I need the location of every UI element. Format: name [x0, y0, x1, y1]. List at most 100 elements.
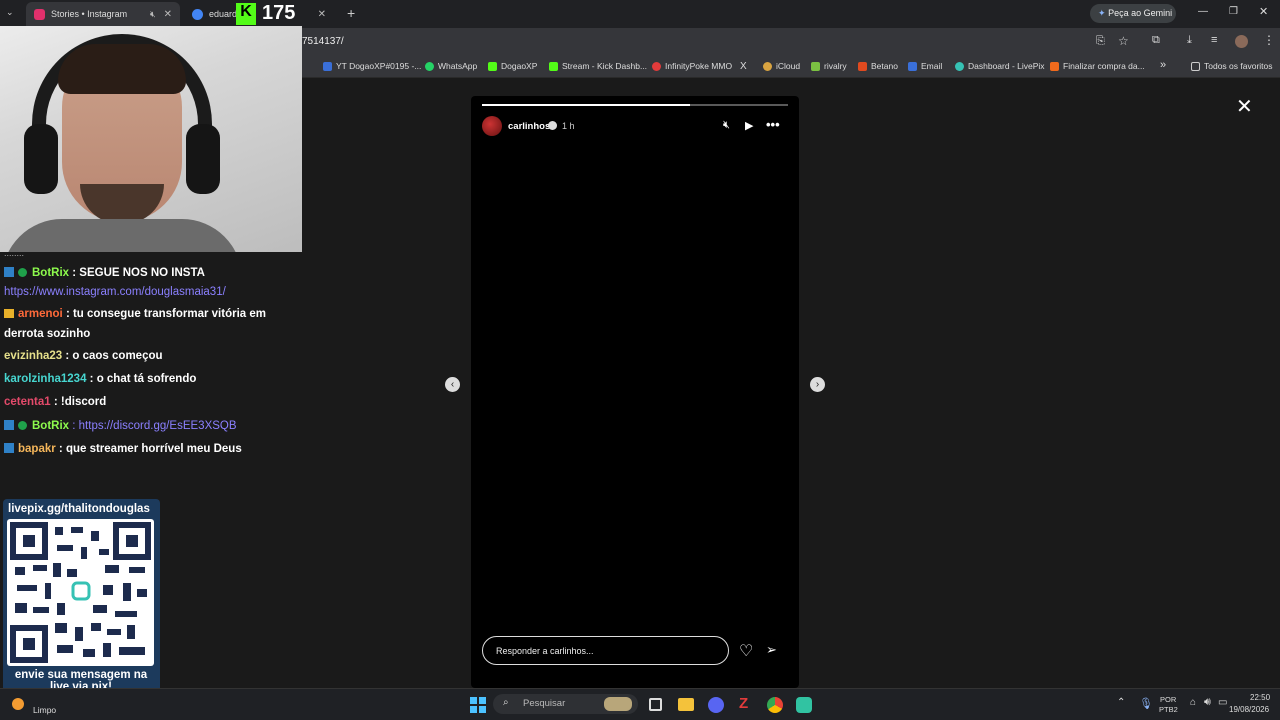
taskbar-search-input[interactable]: ⌕ Pesquisar	[493, 694, 638, 714]
kick-overlay-logo: K	[236, 3, 256, 25]
bot-badge-icon	[4, 420, 14, 430]
chat-link[interactable]: : https://discord.gg/EsEE3XSQB	[72, 420, 236, 432]
tab-label: Stories • Instagram	[51, 9, 128, 19]
minimize-button[interactable]: —	[1198, 6, 1208, 17]
kick-icon	[549, 61, 558, 71]
next-story-button[interactable]: ›	[810, 377, 825, 392]
streamlabs-icon[interactable]	[796, 697, 812, 713]
folder-icon	[1191, 61, 1200, 71]
search-placeholder: Pesquisar	[523, 698, 566, 709]
rivalry-icon	[811, 61, 820, 71]
verified-badge-icon	[548, 121, 557, 130]
battery-icon[interactable]: ▭	[1218, 697, 1227, 708]
story-card[interactable]	[471, 96, 799, 688]
more-options-icon[interactable]: •••	[766, 117, 780, 132]
network-icon[interactable]: ⌂	[1190, 697, 1196, 708]
previous-story-button[interactable]: ‹	[445, 377, 460, 392]
bookmark-rivalry[interactable]: rivalry	[811, 61, 847, 71]
extensions-icon[interactable]: ⧉	[1152, 34, 1160, 47]
avatar[interactable]	[482, 116, 502, 136]
chat-link[interactable]: https://www.instagram.com/douglasmaia31/	[4, 286, 226, 298]
chrome-icon[interactable]	[767, 697, 783, 713]
email-icon	[908, 61, 917, 71]
bookmark-email[interactable]: Email	[908, 61, 942, 71]
start-windows-icon[interactable]	[470, 697, 486, 713]
story-progress-fill	[482, 104, 691, 106]
bookmark-betano[interactable]: Betano	[858, 61, 898, 71]
chat-message: https://www.instagram.com/douglasmaia31/	[4, 286, 226, 298]
tab-strip: ⌄ Stories • Instagram 🔇︎ ✕ eduarda ✕ + ✦…	[0, 0, 1280, 28]
taskview-icon[interactable]	[649, 698, 662, 711]
mute-icon[interactable]: 🔇︎	[723, 119, 730, 132]
share-send-icon[interactable]: ➢	[766, 642, 777, 658]
ear-cup-left	[24, 124, 58, 194]
bookmark-kick-dashboard[interactable]: Stream - Kick Dashb...	[549, 61, 647, 71]
bookmark-infinitypoke[interactable]: InfinityPoke MMO	[652, 61, 732, 71]
play-icon[interactable]: ▶	[745, 119, 753, 132]
bookmark-x[interactable]: X	[740, 61, 747, 72]
chat-message: armenoi : tu consegue transformar vitóri…	[4, 308, 266, 320]
media-controls-icon[interactable]: ≡	[1211, 34, 1217, 46]
tray-overflow-icon[interactable]: ⌃	[1117, 697, 1125, 708]
discord-icon[interactable]	[708, 697, 724, 713]
bookmark-livepix[interactable]: Dashboard - LivePix	[955, 61, 1045, 71]
story-username[interactable]: carlinhos	[508, 121, 550, 132]
browser-menu-icon[interactable]: ⋮	[1263, 33, 1275, 47]
file-explorer-icon[interactable]	[678, 698, 694, 711]
bookmarks-overflow-icon[interactable]: »	[1160, 59, 1166, 71]
tab-close-icon[interactable]: ✕	[164, 9, 172, 20]
streamer-figure	[2, 34, 242, 252]
tab-mute-icon[interactable]: 🔇︎	[150, 9, 156, 20]
keyboard-layout[interactable]: PTB2	[1159, 705, 1178, 714]
whatsapp-icon	[425, 61, 434, 71]
close-window-button[interactable]: ✕	[1259, 5, 1268, 18]
profile-avatar[interactable]	[1235, 35, 1248, 48]
downloads-icon[interactable]: ⤓	[1187, 34, 1192, 47]
google-icon	[192, 8, 203, 20]
gemini-icon: ✦	[1098, 8, 1106, 18]
chat-message: karolzinha1234 : o chat tá sofrendo	[4, 373, 197, 385]
install-app-icon[interactable]: ⎘	[1096, 35, 1105, 48]
all-favorites[interactable]: Todos os favoritos	[1191, 61, 1273, 71]
clock-time[interactable]: 22:50	[1250, 693, 1270, 702]
url-field[interactable]: 7514137/	[302, 36, 344, 47]
bookmark-yt[interactable]: YT DogaoXP#0195 -...	[323, 61, 421, 71]
restore-button[interactable]: ❐	[1229, 6, 1238, 17]
x-icon: X	[740, 61, 747, 72]
webcam-overlay	[0, 26, 302, 252]
chat-message: evizinha23 : o caos começou	[4, 350, 163, 362]
like-heart-icon[interactable]: ♡	[739, 641, 753, 661]
close-stories-icon[interactable]: ✕	[1236, 94, 1253, 119]
tab-instagram-stories[interactable]: Stories • Instagram 🔇︎ ✕	[26, 2, 180, 26]
story-timestamp: 1 h	[562, 121, 575, 131]
clock-date[interactable]: 19/08/2026	[1229, 705, 1269, 714]
instagram-icon	[34, 8, 45, 20]
shirt	[2, 219, 242, 252]
bookmark-dogaoxp[interactable]: DogaoXP	[488, 61, 537, 71]
beard	[80, 184, 164, 224]
language-indicator[interactable]: POR	[1160, 695, 1176, 704]
tab-search-dropdown[interactable]: ⌄	[6, 7, 20, 21]
hair	[58, 44, 186, 94]
app-z-icon[interactable]: Z	[739, 695, 748, 712]
chat-message: bapakr : que streamer horrível meu Deus	[4, 443, 242, 455]
bookmark-checkout[interactable]: Finalizar compra da...	[1050, 61, 1145, 71]
shop-icon	[1050, 61, 1059, 71]
qr-code-graphic	[10, 522, 151, 663]
chat-separator: ........	[4, 248, 25, 258]
livepix-icon	[955, 61, 964, 71]
weather-icon[interactable]	[12, 698, 24, 710]
bookmark-whatsapp[interactable]: WhatsApp	[425, 61, 477, 71]
bookmark-icloud[interactable]: iCloud	[763, 61, 800, 71]
reply-input[interactable]: Responder a carlinhos...	[482, 636, 729, 665]
story-progress-bar	[482, 104, 788, 106]
chat-message: cetenta1 : !discord	[4, 396, 107, 408]
tab-google[interactable]: eduarda ✕	[184, 2, 334, 26]
bookmark-star-icon[interactable]: ☆	[1118, 34, 1129, 48]
tab-close-icon[interactable]: ✕	[318, 9, 326, 20]
volume-icon[interactable]: 🔊︎	[1204, 696, 1211, 709]
microphone-icon[interactable]: 🎙︎	[1139, 697, 1153, 710]
chat-message: BotRix : SEGUE NOS NO INSTA	[4, 267, 205, 279]
new-tab-button[interactable]: +	[347, 5, 355, 21]
gemini-button[interactable]: ✦ Peça ao Gemini	[1090, 4, 1176, 23]
